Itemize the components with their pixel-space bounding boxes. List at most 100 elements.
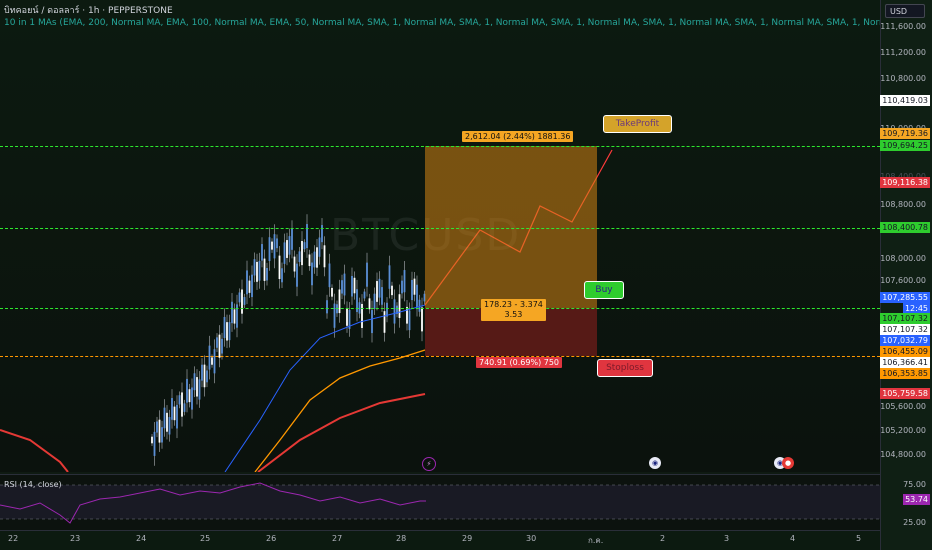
price-grid-label: 110,800.00 [880,74,926,83]
candle-body [416,284,418,308]
price-tag: 108,400.78 [880,222,930,233]
candle-body [331,287,333,297]
candle-body [253,259,256,276]
price-tag: 106,366.41 [880,357,930,368]
price-grid-label: 105,600.00 [880,402,926,411]
candle-body [318,237,321,257]
candle-body [228,322,231,341]
event-more-icon[interactable]: ● [782,457,794,469]
candle-body [296,263,298,287]
candle-body [388,265,391,289]
candle-body [161,427,163,443]
candle-body [291,228,293,250]
candle-body [271,241,273,250]
price-grid-label: 105,200.00 [880,426,926,435]
candle-body [393,299,396,324]
candle-body [193,373,196,391]
candle-body [191,387,193,410]
candle-body [276,238,278,249]
buy-callout[interactable]: Buy [584,281,624,299]
candle-body [243,297,246,305]
candle-body [246,270,248,295]
main-chart-pane[interactable]: บิทคอยน์ / ดอลลาร์ · 1h · PEPPERSTONE 10… [0,0,880,472]
candle-body [421,307,423,332]
time-label: 4 [790,534,796,543]
candle-body [163,407,166,429]
candle-body [263,258,266,281]
ma-indicator-legend[interactable]: 10 in 1 MAs (EMA, 200, Normal MA, EMA, 1… [4,18,880,28]
candle-body [398,294,401,318]
candle-body [166,412,168,432]
take-profit-line[interactable] [0,146,880,147]
candle-body [273,234,276,259]
candle-body [288,236,291,255]
entry-label: 178.23 - 3.374 3.53 [481,299,546,321]
time-label: 25 [200,534,211,543]
candle-body [153,431,156,456]
price-tag: 109,719.36 [880,128,930,139]
us-flag-event-icon[interactable]: ◉ [649,457,661,469]
price-grid-label: 111,600.00 [880,22,926,31]
time-label: 26 [266,534,277,543]
price-tag: 109,694.25 [880,140,930,151]
time-label: 2 [660,534,666,543]
price-tag: 110,419.03 [880,95,930,106]
trading-chart-screen: บิทคอยน์ / ดอลลาร์ · 1h · PEPPERSTONE 10… [0,0,932,550]
candle-body [226,322,228,341]
rsi-axis-75: 75.00 [903,480,926,489]
symbol-legend[interactable]: บิทคอยน์ / ดอลลาร์ · 1h · PEPPERSTONE [4,3,173,17]
resistance-line[interactable] [0,228,880,229]
price-grid-label: 107,600.00 [880,276,926,285]
stop-loss-callout[interactable]: Stoploss [597,359,653,377]
take-profit-callout[interactable]: TakeProfit [603,115,672,133]
rsi-legend[interactable]: RSI (14, close) [4,480,62,489]
price-grid-label: 104,800.00 [880,450,926,459]
candle-body [223,316,226,339]
price-tag: 107,032.79 [880,335,930,346]
candle-body [411,279,413,301]
candle-body [258,260,261,281]
entry-label-line1: 178.23 - 3.374 [484,300,543,309]
lightning-event-icon[interactable]: ⚡ [422,457,436,471]
candle-body [233,309,236,324]
candle-body [206,370,208,383]
candle-body [208,345,211,370]
price-grid-label: 111,200.00 [880,48,926,57]
candle-body [201,364,203,381]
stop-loss-line[interactable] [0,356,880,357]
candle-body [248,280,251,293]
candle-body [403,270,406,293]
rsi-pane[interactable] [0,474,880,531]
entry-label-line2: 3.53 [504,310,523,319]
entry-line[interactable] [0,308,880,309]
candle-body [326,300,328,314]
candle-body [198,379,201,400]
time-label: 28 [396,534,407,543]
candle-body [283,242,286,264]
candle-body [351,275,353,297]
time-axis[interactable] [0,530,880,550]
candle-body [401,280,403,294]
rsi-canvas[interactable] [0,475,880,531]
candle-body [386,302,388,317]
candle-body [323,245,326,268]
price-tag: 105,759.58 [880,388,930,399]
candle-body [238,292,241,303]
candle-body [316,247,318,268]
target-zone[interactable] [425,146,597,308]
candle-body [156,421,158,433]
candle-body [413,278,416,295]
candle-body [371,310,373,334]
time-label: ก.ค. [588,536,604,545]
candle-body [196,377,198,397]
price-grid-label: 108,800.00 [880,200,926,209]
candle-body [178,395,181,405]
price-tag: 109,116.38 [880,177,930,188]
ema200-line [0,429,69,472]
price-grid-label: 108,000.00 [880,254,926,263]
candle-body [216,337,218,348]
candle-body [391,285,393,296]
candle-body [231,301,233,324]
candle-body [213,349,216,374]
currency-selector[interactable]: USD [885,4,925,18]
